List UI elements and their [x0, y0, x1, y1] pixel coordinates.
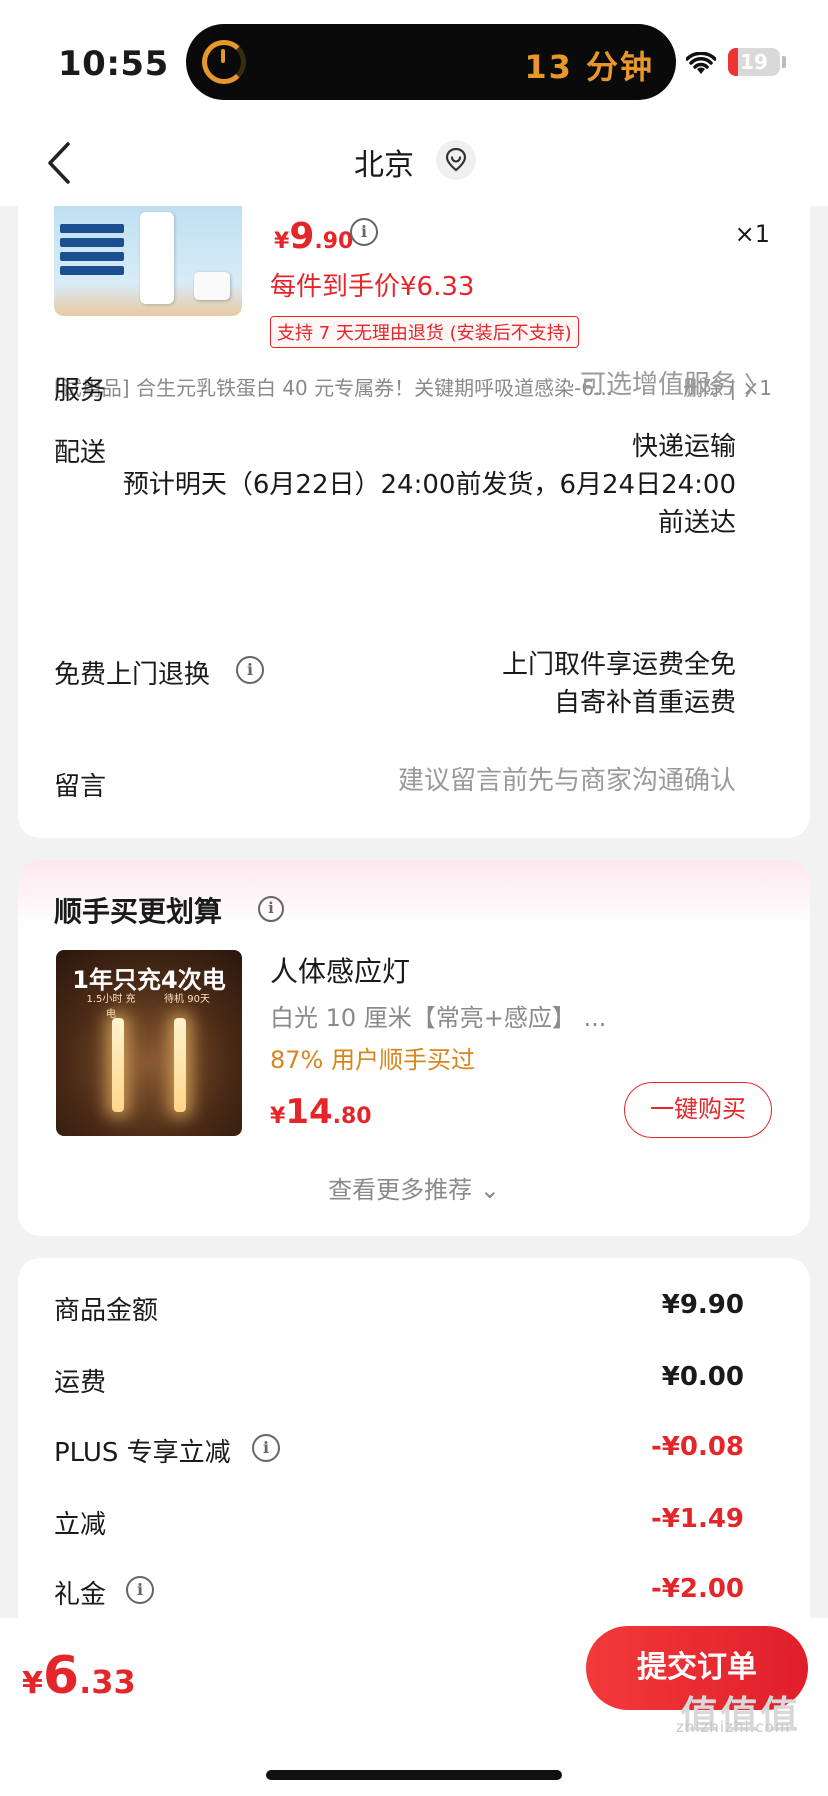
plug-image — [194, 272, 230, 300]
product-thumbnail[interactable] — [54, 206, 242, 316]
timer-icon — [202, 40, 246, 84]
delivery-estimate-line1: 预计明天（6月22日）24:00前发货，6月24日24:00 — [122, 470, 736, 500]
light-bar-image — [174, 1018, 186, 1112]
home-indicator[interactable] — [266, 1770, 562, 1780]
recommend-info-icon[interactable]: i — [258, 896, 284, 922]
price-int: 9 — [289, 216, 315, 257]
activity-text: 13 分钟 — [524, 48, 654, 86]
delivery-estimate-line2: 前送达 — [657, 508, 736, 538]
summary-label: 商品金额 — [54, 1296, 159, 1326]
price-symbol: ¥ — [274, 229, 290, 254]
recommend-social-proof: 87% 用户顺手买过 — [270, 1046, 475, 1074]
one-click-buy-button[interactable]: 一键购买 — [624, 1082, 772, 1138]
back-icon[interactable] — [42, 140, 78, 186]
bottom-bar: ¥6.33 提交订单 值值值 zhizhizhi.com — [0, 1618, 828, 1796]
message-input[interactable]: 建议留言前先与商家沟通确认 — [398, 762, 736, 800]
price-dec: .90 — [314, 229, 354, 254]
nav-bar: 北京 — [0, 120, 828, 206]
image-tag-left: 1.5小时 充电 — [86, 994, 136, 1020]
location-pin-icon[interactable] — [436, 140, 476, 180]
delivery-method[interactable]: 快递运输 — [632, 428, 736, 466]
service-label: 服务 — [54, 376, 107, 406]
summary-label: 运费 — [54, 1368, 107, 1398]
price-symbol: ¥ — [22, 1666, 43, 1701]
recommend-product-image[interactable]: 1年只充4次电 1.5小时 充电 待机 90天 — [56, 950, 242, 1136]
image-headline: 1年只充4次电 — [72, 966, 226, 994]
price-int: 14 — [285, 1092, 333, 1132]
recommend-name[interactable]: 人体感应灯 — [270, 950, 410, 990]
recommend-card: 顺手买更划算 i 1年只充4次电 1.5小时 充电 待机 90天 人体感应灯 白… — [18, 860, 810, 1236]
product-price: ¥9.90 — [274, 216, 353, 257]
recommend-title: 顺手买更划算 — [54, 895, 223, 928]
summary-label: PLUS 专享立减 — [54, 1438, 231, 1468]
return-label: 免费上门退换 — [54, 660, 211, 690]
product-quantity: ×1 — [734, 220, 770, 248]
return-info-icon[interactable]: i — [236, 656, 264, 684]
price-dec: .80 — [332, 1104, 372, 1129]
power-strip-image — [140, 212, 174, 304]
summary-value: -¥1.49 — [650, 1504, 744, 1534]
thumbnail-tag — [60, 266, 124, 275]
gift-money-info-icon[interactable]: i — [126, 1576, 154, 1604]
watermark-text: zhizhizhi.com — [676, 1718, 791, 1736]
battery-tip — [782, 56, 786, 68]
recommend-price: ¥14.80 — [270, 1092, 372, 1132]
summary-label: 立减 — [54, 1510, 107, 1540]
return-value-line1: 上门取件享运费全免 — [501, 650, 736, 680]
wifi-icon — [686, 52, 716, 74]
delivery-label: 配送 — [54, 438, 107, 468]
battery-level: 19 — [740, 50, 768, 74]
light-bar-image — [112, 1018, 124, 1112]
summary-value: ¥9.90 — [661, 1290, 744, 1320]
summary-value: -¥0.08 — [650, 1432, 744, 1462]
price-dec: .33 — [79, 1663, 136, 1701]
dynamic-island[interactable]: 13 分钟 — [186, 24, 676, 100]
thumbnail-tag — [60, 224, 124, 233]
battery-icon: 19 — [728, 48, 780, 76]
recommend-spec: 白光 10 厘米【常亮+感应】 ... — [270, 1004, 607, 1032]
location-title[interactable]: 北京 — [354, 140, 414, 184]
chevron-right-icon[interactable]: 〉 — [744, 366, 770, 403]
total-price: ¥6.33 — [22, 1646, 136, 1706]
thumbnail-tag — [60, 252, 124, 261]
status-time: 10:55 — [58, 44, 169, 84]
status-bar: 10:55 13 分钟 19 — [0, 0, 828, 120]
price-symbol: ¥ — [270, 1104, 286, 1129]
price-info-icon[interactable]: i — [350, 218, 378, 246]
more-recommend-link[interactable]: 查看更多推荐 ⌄ — [18, 1170, 810, 1205]
order-card: ¥9.90 i ×1 每件到手价¥6.33 支持 7 天无理由退货 (安装后不支… — [18, 206, 810, 838]
thumbnail-tag — [60, 238, 124, 247]
price-int: 6 — [42, 1646, 80, 1706]
per-item-price: 每件到手价¥6.33 — [270, 272, 475, 302]
summary-value: ¥0.00 — [661, 1362, 744, 1392]
summary-value: -¥2.00 — [650, 1574, 744, 1604]
service-value[interactable]: 可选增值服务 — [580, 366, 736, 404]
return-policy-badge: 支持 7 天无理由退货 (安装后不支持) — [270, 316, 579, 348]
plus-info-icon[interactable]: i — [252, 1434, 280, 1462]
return-value-line2: 自寄补首重运费 — [553, 688, 736, 718]
summary-label: 礼金 — [54, 1580, 107, 1610]
image-tag-right: 待机 90天 — [164, 994, 210, 1005]
message-label: 留言 — [54, 772, 107, 802]
